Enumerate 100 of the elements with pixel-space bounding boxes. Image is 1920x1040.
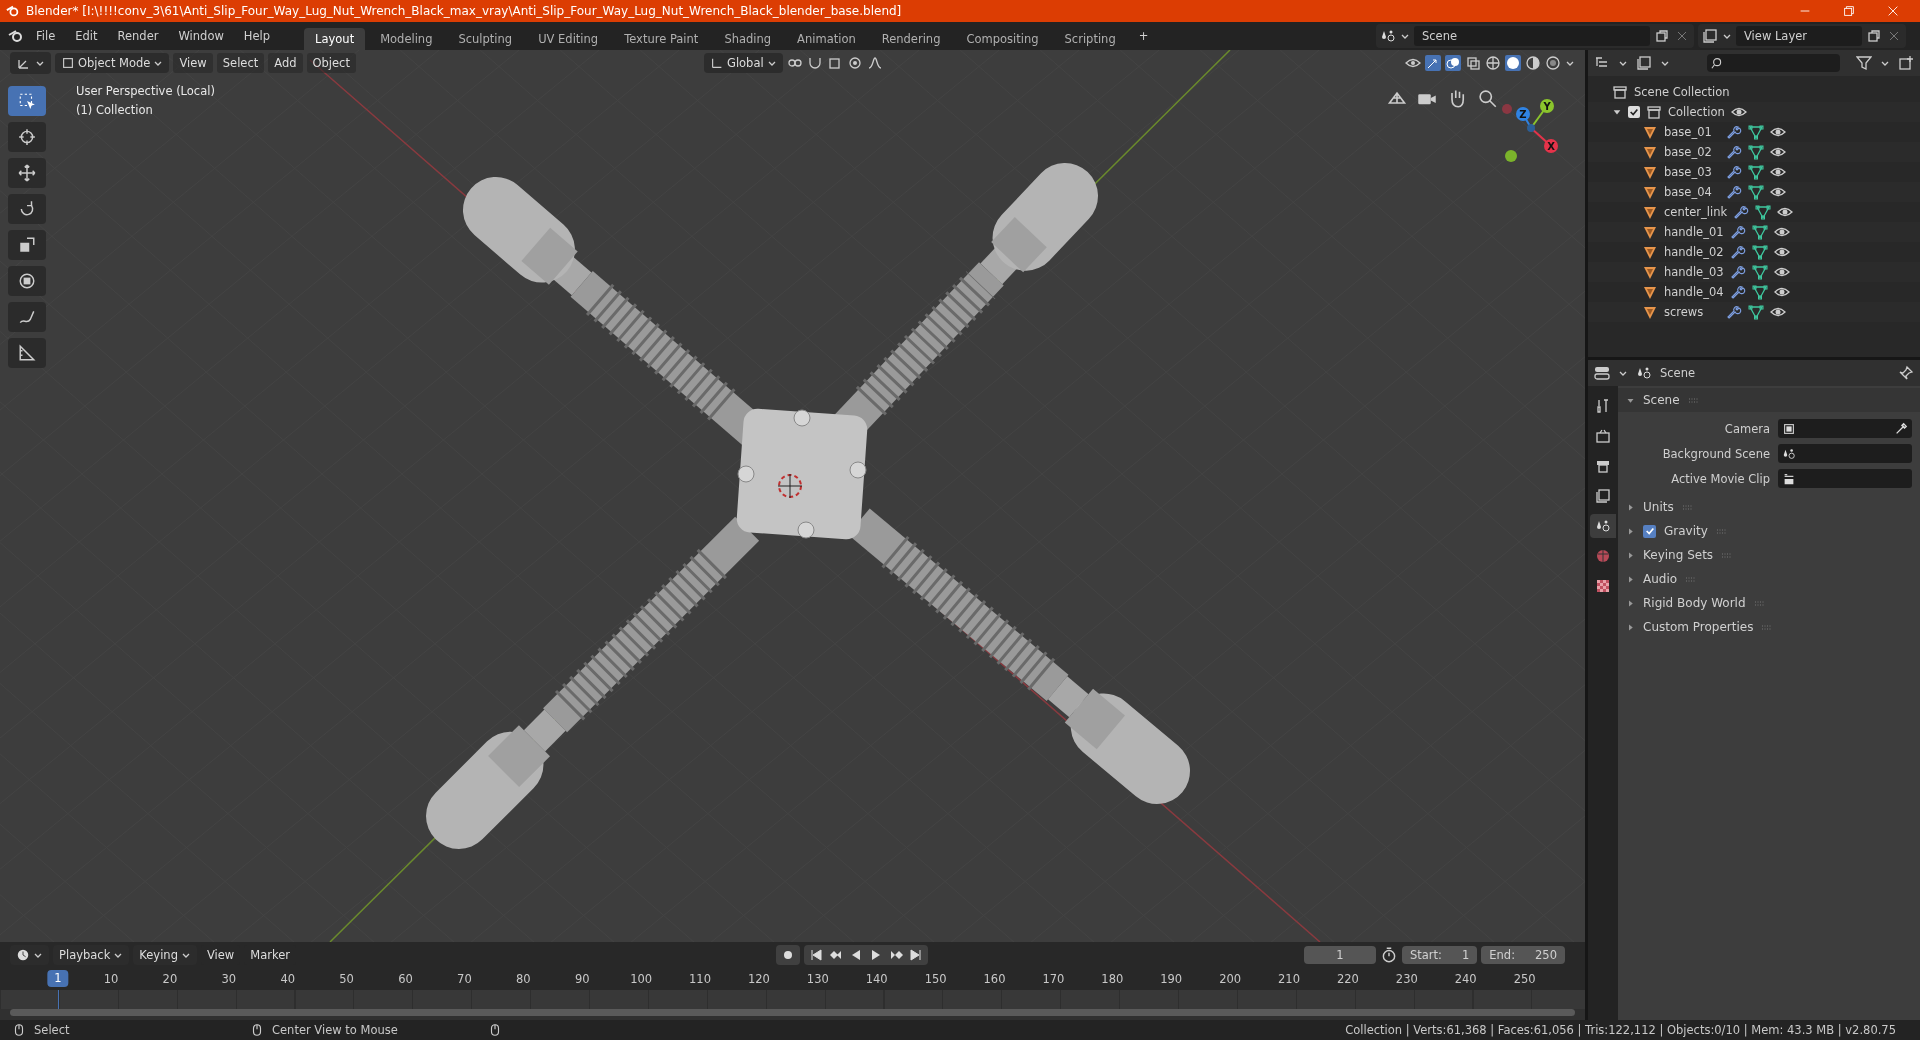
view-layer-field[interactable]: View Layer [1736, 26, 1862, 46]
wrench-icon[interactable] [1726, 124, 1742, 140]
drag-handle-icon[interactable] [1753, 599, 1766, 607]
outliner-item[interactable]: base_04 [1664, 185, 1720, 199]
scale-tool[interactable] [8, 230, 46, 260]
wrench-icon[interactable] [1729, 284, 1746, 300]
drag-handle-icon[interactable] [1681, 503, 1694, 511]
outliner-item[interactable]: screws [1664, 305, 1720, 319]
panel-header[interactable]: Rigid Body World [1618, 591, 1920, 615]
navigation-gizmo[interactable]: Z Y X [1502, 99, 1558, 162]
mesh-object-icon[interactable] [1642, 224, 1658, 240]
checkbox[interactable] [1643, 524, 1656, 538]
transform-tool[interactable] [8, 266, 46, 296]
start-frame-field[interactable]: Start: 1 [1402, 946, 1478, 964]
drag-handle-icon[interactable] [1761, 623, 1774, 631]
mesh-data-icon[interactable] [1751, 284, 1768, 300]
gizmo-icon[interactable] [1425, 55, 1441, 71]
snap-icon[interactable] [826, 55, 843, 71]
mesh-data-icon[interactable] [1751, 244, 1768, 260]
maximize-icon[interactable] [1842, 4, 1856, 18]
workspace-tab[interactable]: Sculpting [447, 28, 524, 50]
mesh-object-icon[interactable] [1642, 264, 1658, 280]
outliner-item[interactable]: handle_02 [1664, 245, 1724, 259]
display-mode-icon[interactable] [1636, 55, 1652, 71]
wrench-icon[interactable] [1726, 304, 1742, 320]
drag-handle-icon[interactable] [1715, 527, 1728, 535]
property-field[interactable] [1778, 444, 1912, 463]
scene-field[interactable]: Scene [1414, 26, 1650, 46]
outliner-item[interactable]: handle_04 [1664, 285, 1724, 299]
panel-header[interactable]: Audio [1618, 567, 1920, 591]
xray-icon[interactable] [1465, 55, 1481, 71]
editor-type-button[interactable] [10, 52, 51, 74]
wrench-icon[interactable] [1726, 144, 1742, 160]
workspace-tab[interactable]: Modeling [369, 28, 444, 50]
workspace-tab[interactable]: Rendering [870, 28, 952, 50]
orientation-dropdown[interactable]: Global [703, 53, 783, 73]
outliner-item[interactable]: base_03 [1664, 165, 1720, 179]
workspace-tab[interactable]: Animation [786, 28, 867, 50]
measure-tool[interactable] [8, 338, 46, 368]
add-workspace-button[interactable]: + [1130, 26, 1157, 46]
scrollbar[interactable] [10, 1009, 1575, 1016]
viewport-menu[interactable]: Select [216, 53, 265, 73]
property-field[interactable] [1778, 419, 1912, 438]
proportional-edit-icon[interactable] [846, 55, 863, 71]
pin-icon[interactable] [1898, 365, 1914, 381]
mesh-object-icon[interactable] [1642, 164, 1658, 180]
outliner-item[interactable]: handle_01 [1664, 225, 1724, 239]
checkbox[interactable] [1628, 106, 1640, 118]
copy-icon[interactable] [1866, 28, 1882, 44]
viewport-menu[interactable]: View [173, 53, 213, 73]
workspace-tab[interactable]: Layout [304, 28, 366, 50]
select-box-tool[interactable] [8, 86, 46, 116]
workspace-tab[interactable]: Texture Paint [613, 28, 710, 50]
outliner-item[interactable]: center_link [1664, 205, 1728, 219]
image-stack-icon[interactable] [1702, 28, 1718, 44]
close-icon[interactable] [1886, 4, 1900, 18]
wrench-icon[interactable] [1729, 224, 1746, 240]
annotate-tool[interactable] [8, 302, 46, 332]
wrench-icon[interactable] [1733, 204, 1750, 220]
editor-type-button[interactable] [10, 945, 49, 965]
viewport-menu[interactable]: Object [306, 53, 356, 73]
mode-dropdown[interactable]: Object Mode [55, 53, 170, 73]
mesh-object-icon[interactable] [1642, 244, 1658, 260]
cursor-tool[interactable] [8, 122, 46, 152]
current-frame-field[interactable]: 1 [1304, 946, 1376, 964]
workspace-tab[interactable]: Compositing [955, 28, 1050, 50]
drag-handle-icon[interactable] [1721, 551, 1734, 559]
outliner-item[interactable]: base_02 [1664, 145, 1720, 159]
workspace-tab[interactable]: Scripting [1053, 28, 1127, 50]
mesh-data-icon[interactable] [1755, 204, 1772, 220]
zoom-icon[interactable] [1477, 88, 1497, 108]
property-field[interactable] [1778, 469, 1912, 488]
collection-icon[interactable] [1646, 104, 1662, 120]
collection-icon[interactable] [1612, 84, 1628, 100]
outliner-item[interactable]: base_01 [1664, 125, 1720, 139]
expanded-arrow-icon[interactable] [1612, 107, 1622, 117]
menu-item[interactable]: Edit [67, 26, 106, 46]
new-collection-icon[interactable] [1898, 55, 1914, 71]
mesh-data-icon[interactable] [1748, 184, 1764, 200]
outliner-item[interactable]: Collection [1668, 105, 1725, 119]
mesh-data-icon[interactable] [1748, 144, 1764, 160]
timeline-menu[interactable]: Playback [53, 945, 130, 965]
overlay-icon[interactable] [1445, 55, 1461, 71]
wrench-icon[interactable] [1726, 164, 1742, 180]
mesh-object-icon[interactable] [1642, 184, 1658, 200]
panel-header[interactable]: Scene [1618, 388, 1920, 412]
mesh-data-icon[interactable] [1751, 224, 1768, 240]
panel-header[interactable]: Keying Sets [1618, 543, 1920, 567]
drag-handle-icon[interactable] [1685, 575, 1698, 583]
viewport-menu[interactable]: Add [268, 53, 303, 73]
current-frame-marker[interactable]: 1 [47, 970, 69, 987]
mesh-object-icon[interactable] [1642, 144, 1658, 160]
rotate-tool[interactable] [8, 194, 46, 224]
menu-item[interactable]: Help [235, 26, 279, 46]
menu-item[interactable]: File [28, 26, 64, 46]
workspace-tab[interactable]: UV Editing [527, 28, 610, 50]
mesh-data-icon[interactable] [1751, 264, 1768, 280]
copy-icon[interactable] [1654, 28, 1670, 44]
timeline-menu[interactable]: Keying [133, 945, 197, 965]
blender-logo-icon[interactable] [8, 28, 24, 44]
